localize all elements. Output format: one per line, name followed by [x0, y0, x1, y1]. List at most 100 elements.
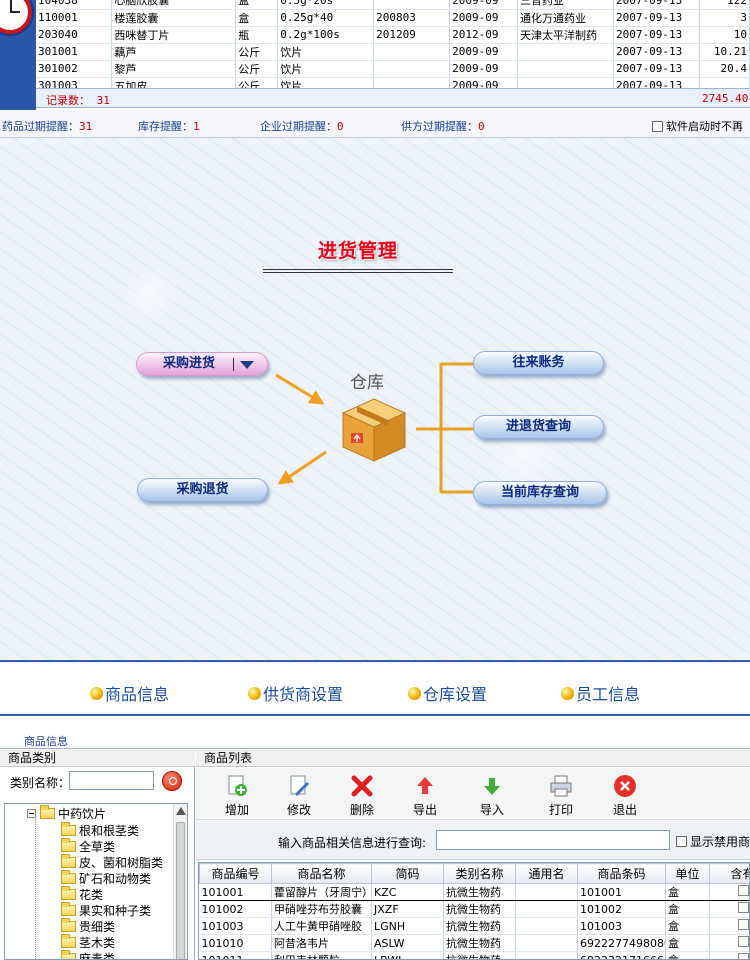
tree-node[interactable]: 根和根茎类	[61, 821, 139, 838]
folder-icon	[61, 917, 76, 932]
in-return-query-button[interactable]: 进退货查询	[473, 415, 604, 439]
import-button[interactable]: 导入	[467, 774, 517, 818]
table-cell: 瓶	[235, 26, 279, 44]
table-cell: 101002	[199, 900, 272, 918]
current-stock-query-button[interactable]: 当前库存查询	[473, 481, 607, 505]
table-row[interactable]: 101001 藿留醇片（牙周宁） KZC 抗微生物药 101001 盒	[199, 883, 749, 901]
search-icon[interactable]	[162, 771, 182, 791]
column-header[interactable]: 简码	[371, 863, 444, 884]
table-cell: LBWL	[371, 951, 444, 959]
category-name-input[interactable]	[69, 771, 154, 790]
tree-node[interactable]: 皮、菌和树脂类	[61, 853, 163, 870]
table-cell	[709, 951, 749, 959]
table-cell: 西咪替丁片	[111, 26, 237, 44]
stock-reminder[interactable]: 库存提醒：1	[138, 118, 200, 134]
column-header[interactable]: 通用名	[515, 863, 578, 884]
export-button[interactable]: 导出	[400, 774, 450, 818]
bullet-icon	[561, 686, 574, 700]
record-grid[interactable]: 104038 心脑欣胶囊盒 0.5g*20s 2009-09 三普药业 2007-09-1…	[36, 0, 750, 95]
table-cell: 2007-09-13	[613, 26, 700, 44]
record-total: 2745.40	[702, 92, 749, 105]
checkbox-icon[interactable]	[738, 953, 749, 959]
tree-node[interactable]: 麻毒类	[61, 949, 115, 959]
drug-expiry-reminder[interactable]: 药品过期提醒：31	[2, 118, 92, 134]
checkbox-icon[interactable]	[676, 836, 687, 847]
purchase-return-button[interactable]: 采购退货	[137, 478, 268, 502]
exit-button[interactable]: 退出	[600, 774, 650, 818]
product-grid[interactable]: 商品编号商品名称简码类别名称通用名商品条码单位含有麻黄 101001藿留醇片（牙…	[198, 862, 750, 960]
table-cell: 盒	[235, 9, 279, 27]
edit-button[interactable]: 修改	[274, 774, 324, 818]
column-header[interactable]: 类别名称	[443, 863, 516, 884]
collapse-icon[interactable]	[27, 808, 36, 818]
table-cell	[517, 43, 614, 61]
checkbox-icon[interactable]	[738, 919, 749, 930]
checkbox-icon[interactable]	[652, 120, 663, 132]
table-cell: 2009-09	[449, 43, 519, 61]
table-cell	[709, 900, 749, 918]
nav-item-staff[interactable]: 员工信息	[561, 681, 640, 705]
accounts-button[interactable]: 往来账务	[473, 351, 604, 375]
column-header[interactable]: 单位	[665, 863, 710, 884]
table-cell: 0.2g*100s	[277, 26, 375, 44]
checkbox-icon[interactable]	[738, 885, 749, 896]
table-row[interactable]: 101002 甲硝唑芬布芬胶囊 JXZF 抗微生物药 101002 盒	[199, 900, 749, 918]
table-cell: 3	[699, 9, 750, 27]
table-row[interactable]: 301001 藕芦 公斤 饮片 2009-09 2007-09-13 10.21	[36, 43, 750, 61]
table-row[interactable]: 104038 心脑欣胶囊盒 0.5g*20s 2009-09 三普药业 2007-09-1…	[36, 0, 750, 10]
folder-icon	[61, 869, 76, 884]
company-expiry-reminder[interactable]: 企业过期提醒：0	[260, 118, 344, 134]
tree-node[interactable]: 贵细类	[61, 917, 115, 934]
checkbox-icon[interactable]	[738, 936, 749, 947]
delete-button[interactable]: 删除	[337, 774, 387, 818]
table-cell: 2007-09-13	[613, 9, 700, 27]
nav-item-warehouse[interactable]: 仓库设置	[408, 681, 487, 705]
table-row[interactable]: 101010 阿昔洛韦片 ASLW 抗微生物药 6922277498080 盒	[199, 934, 749, 952]
warehouse-box-icon[interactable]	[339, 395, 409, 465]
table-cell: 黎芦	[111, 60, 237, 78]
table-cell: 2007-09-13	[613, 60, 700, 78]
folder-icon	[40, 804, 55, 819]
tree-node-root[interactable]: 中药饮片	[27, 804, 106, 821]
print-button[interactable]: 打印	[536, 774, 586, 818]
tree-scrollbar[interactable]	[173, 804, 187, 959]
table-cell: 10.21	[699, 43, 750, 61]
scroll-thumb[interactable]	[176, 822, 185, 959]
column-header[interactable]: 商品名称	[271, 863, 372, 884]
column-header[interactable]: 商品编号	[199, 863, 272, 884]
tab-product-info[interactable]: 商品信息	[24, 733, 68, 749]
column-header[interactable]: 商品条码	[577, 863, 666, 884]
table-row[interactable]: 110001 楼莲胶囊盒 0.25g*40 200803 2009-09 通化万通药业 20…	[36, 9, 750, 27]
table-cell	[515, 900, 578, 918]
table-cell: 10	[699, 26, 750, 44]
tree-node[interactable]: 花类	[61, 885, 103, 902]
table-row[interactable]: 101003 人工牛黄甲硝唑胶 LGNH 抗微生物药 101003 盒	[199, 917, 749, 935]
table-row[interactable]: 203040 西咪替丁片瓶 0.2g*100s 201209 2012-09 天津太平洋制…	[36, 26, 750, 44]
chevron-down-icon[interactable]	[240, 361, 254, 369]
tree-node[interactable]: 全草类	[61, 837, 115, 854]
table-cell: 101011	[199, 951, 272, 959]
add-button[interactable]: 增加	[212, 774, 262, 818]
table-row[interactable]: 101011利巴韦林颗粒LBWL抗微生物药 6922321716665盒	[199, 951, 749, 959]
supplier-expiry-reminder[interactable]: 供方过期提醒：0	[401, 118, 485, 134]
nav-item-products[interactable]: 商品信息	[90, 681, 169, 705]
tree-node[interactable]: 茎木类	[61, 933, 115, 950]
tree-node[interactable]: 矿石和动物类	[61, 869, 151, 886]
category-tree[interactable]: 中药饮片 根和根茎类 全草类 皮、菌和树脂类 矿石和动物类 花类 果实和种子类 贵细类 茎木类…	[4, 803, 188, 960]
table-cell: 0.25g*40	[277, 9, 375, 27]
scroll-up-icon[interactable]	[176, 807, 186, 815]
show-disabled-checkbox[interactable]: 显示禁用商	[676, 833, 750, 850]
table-cell: 天津太平洋制药	[517, 26, 614, 44]
purchase-in-button[interactable]: 采购进货	[136, 352, 268, 376]
divider	[0, 748, 750, 749]
nav-item-suppliers[interactable]: 供货商设置	[248, 681, 343, 705]
query-input[interactable]	[436, 830, 670, 850]
checkbox-icon[interactable]	[738, 902, 749, 913]
column-header[interactable]: 含有麻黄	[709, 863, 749, 884]
tree-node[interactable]: 果实和种子类	[61, 901, 151, 918]
table-cell: 101003	[577, 917, 666, 935]
table-row[interactable]: 301002 黎芦 公斤 饮片 2009-09 2007-09-13 20.4	[36, 60, 750, 78]
table-cell: 藕芦	[111, 43, 237, 61]
query-label: 输入商品相关信息进行查询:	[278, 836, 427, 850]
startup-checkbox[interactable]: 软件启动时不再	[652, 118, 743, 134]
